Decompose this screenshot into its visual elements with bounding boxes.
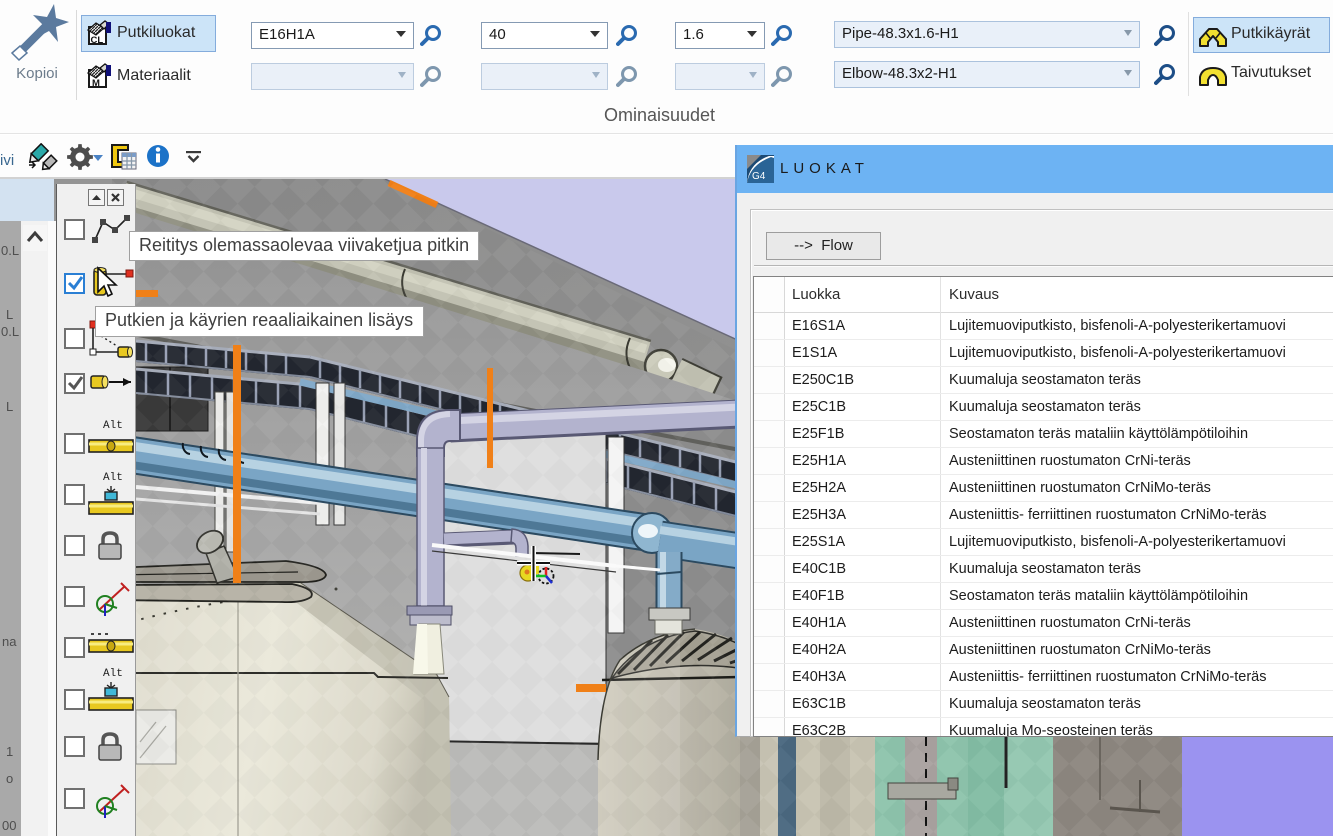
svg-text:M: M	[92, 78, 100, 89]
svg-text:CL: CL	[91, 35, 104, 46]
svg-text:G4: G4	[752, 171, 766, 182]
